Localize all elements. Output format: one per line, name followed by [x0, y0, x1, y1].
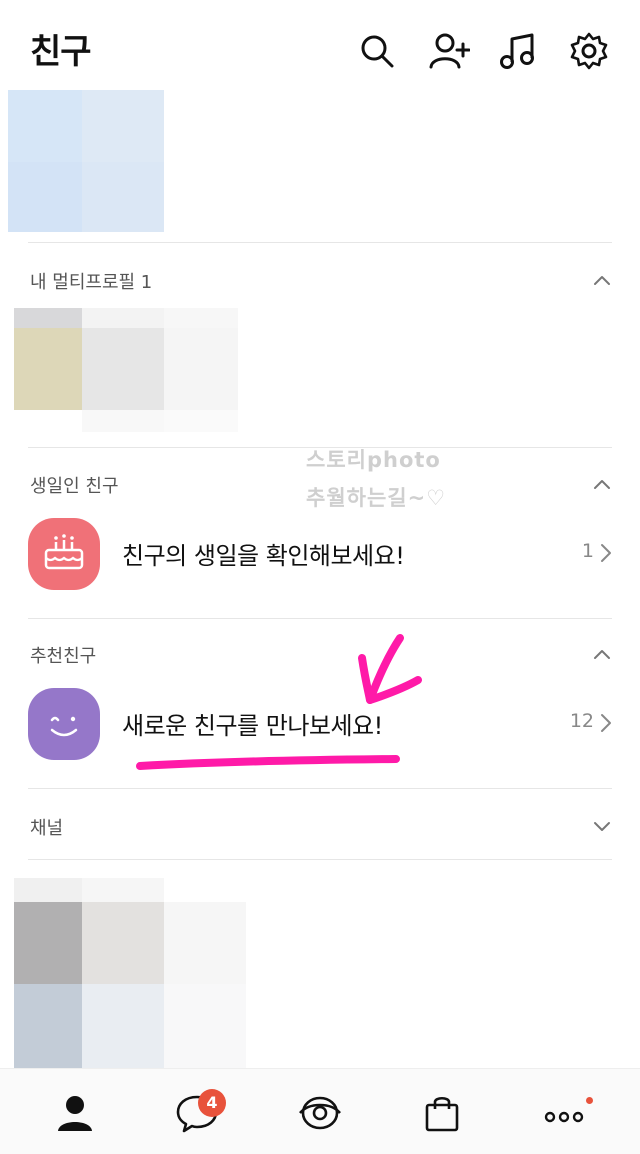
cake-icon	[28, 518, 100, 590]
chevron-up-icon[interactable]	[590, 472, 614, 496]
birthday-count: 1	[581, 540, 594, 562]
music-icon[interactable]	[498, 30, 540, 72]
search-icon[interactable]	[356, 30, 398, 72]
section-label: 채널	[30, 818, 64, 839]
chevron-up-icon[interactable]	[590, 268, 614, 292]
section-label: 추천친구	[30, 646, 97, 667]
settings-icon[interactable]	[568, 30, 610, 72]
recommended-count: 12	[569, 710, 594, 732]
top-bar: 친구	[0, 0, 640, 90]
chevron-right-icon	[598, 542, 614, 564]
bottom-navigation: 4	[0, 1068, 640, 1154]
divider	[28, 242, 612, 243]
divider	[28, 788, 612, 789]
add-friend-icon[interactable]	[428, 30, 470, 72]
divider	[28, 859, 612, 860]
my-profile-avatar[interactable]	[8, 90, 164, 232]
more-tab-icon[interactable]	[540, 1089, 588, 1137]
row-title: 친구의 생일을 확인해보세요!	[122, 542, 405, 570]
section-header-channel[interactable]: 채널	[0, 814, 640, 870]
shopping-tab-icon[interactable]	[418, 1089, 466, 1137]
section-label: 생일인 친구	[30, 476, 119, 497]
chevron-up-icon[interactable]	[590, 642, 614, 666]
section-label: 내 멀티프로필 1	[30, 272, 153, 293]
chevron-right-icon	[598, 712, 614, 734]
birthday-friends-row[interactable]: 친구의 생일을 확인해보세요! 1	[0, 518, 640, 608]
watermark-line-1: 스토리photo	[306, 448, 441, 472]
page-title: 친구	[30, 32, 92, 72]
annotation-arrow-and-underline	[136, 634, 422, 770]
chat-unread-badge: 4	[198, 1089, 226, 1117]
more-notification-dot	[586, 1097, 593, 1104]
channel-list-preview[interactable]	[14, 878, 246, 1068]
divider	[28, 618, 612, 619]
multi-profile-avatar[interactable]	[14, 308, 238, 432]
smile-face-icon	[28, 688, 100, 760]
chevron-down-icon[interactable]	[590, 814, 614, 838]
view-tab-icon[interactable]	[296, 1089, 344, 1137]
friends-tab-icon[interactable]	[51, 1089, 99, 1137]
